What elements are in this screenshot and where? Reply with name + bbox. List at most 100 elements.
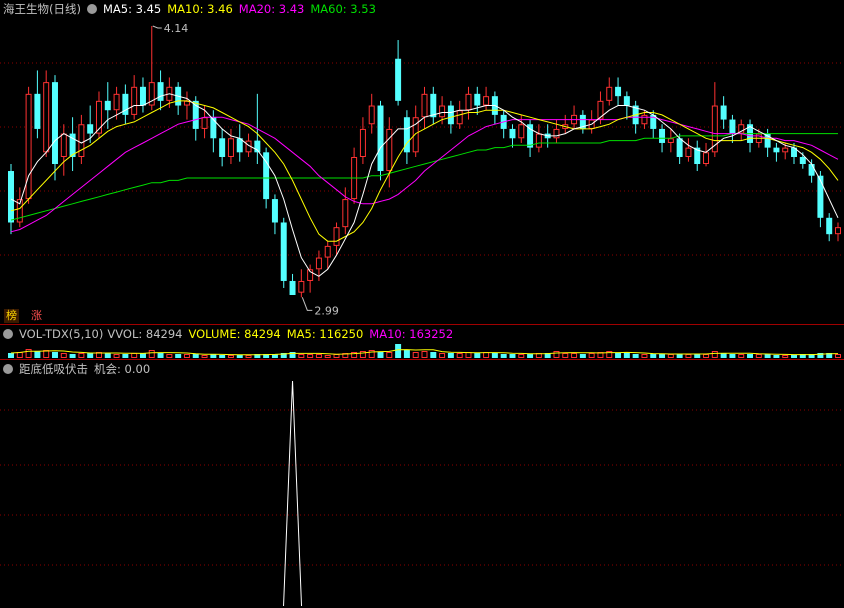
candle-body-down: [219, 138, 226, 157]
signal-spike: [283, 380, 303, 607]
candle-body-up: [227, 138, 234, 157]
candle-body-down: [271, 199, 278, 223]
volume-bar-up: [571, 353, 578, 358]
candle-body-down: [280, 222, 287, 281]
candle-body-up: [386, 128, 393, 172]
volume-bar-up: [201, 355, 208, 358]
volume-bar-down: [500, 354, 507, 358]
candle-body-down: [51, 82, 58, 165]
candle-body-down: [377, 105, 384, 172]
volume-bar-up: [245, 355, 252, 358]
volume-bar-down: [650, 354, 657, 358]
volume-bar-up: [148, 350, 155, 358]
candle-body-up: [685, 147, 692, 157]
candle-body-up: [324, 245, 331, 258]
volume-bar-up: [60, 353, 67, 358]
volume-bar-down: [403, 350, 410, 358]
candle-body-down: [157, 82, 164, 101]
candle-body-down: [34, 93, 41, 129]
volume-bar-up: [131, 353, 138, 358]
volume-bar-up: [711, 351, 718, 358]
volume-bar-up: [324, 355, 331, 358]
volume-bar-down: [623, 353, 630, 358]
volume-bar-down: [192, 354, 199, 358]
volume-bar-down: [720, 353, 727, 358]
volume-bar-up: [113, 354, 120, 358]
volume-bar-down: [694, 354, 701, 358]
volume-bar-down: [474, 353, 481, 358]
volume-bar-down: [615, 353, 622, 358]
volume-bar-down: [676, 354, 683, 358]
volume-bar-up: [641, 354, 648, 358]
candle-body-down: [808, 164, 815, 176]
volume-bar-up: [553, 351, 560, 358]
volume-bar-down: [747, 354, 754, 358]
candle-body-up: [359, 128, 366, 157]
volume-bar-down: [104, 353, 111, 358]
volume-bar-up: [562, 353, 569, 358]
candle-body-down: [210, 117, 217, 139]
volume-bar-down: [632, 354, 639, 358]
volume-bar-down: [491, 353, 498, 358]
volume-bar-down: [791, 355, 798, 358]
volume-bar-up: [183, 354, 190, 358]
candle-body-up: [641, 114, 648, 125]
volume-bar-down: [236, 355, 243, 358]
volume-bar-down: [509, 354, 516, 358]
candle-body-down: [430, 93, 437, 118]
volume-bar-down: [579, 354, 586, 358]
volume-bar-down: [430, 352, 437, 358]
volume-bar-up: [835, 354, 841, 358]
volume-bar-down: [69, 354, 76, 358]
volume-bar-up: [16, 352, 23, 358]
high-label: 4.14: [164, 22, 189, 35]
volume-bar-up: [166, 354, 173, 358]
kline-chart[interactable]: 4.14 2.99: [0, 0, 844, 608]
candle-body-down: [509, 128, 516, 139]
candle-body-up: [298, 280, 305, 293]
volume-bar-down: [122, 354, 129, 358]
candle-body-down: [395, 58, 402, 101]
candle-body-up: [201, 117, 208, 129]
candle-body-down: [87, 124, 94, 134]
candle-body-up: [483, 96, 490, 106]
candle-body-down: [720, 105, 727, 120]
candle-body-down: [615, 86, 622, 97]
volume-bar-down: [157, 353, 164, 358]
volume-bar-up: [307, 354, 314, 358]
candle-body-down: [447, 105, 454, 125]
candle-body-up: [835, 227, 841, 235]
candle-body-down: [799, 156, 806, 165]
candle-body-up: [421, 93, 428, 118]
volume-bar-down: [377, 352, 384, 358]
candle-body-up: [518, 124, 525, 139]
candle-body-down: [289, 280, 296, 295]
candle-body-down: [817, 175, 824, 218]
candle-body-up: [368, 105, 375, 125]
volume-bar-up: [333, 354, 340, 358]
volume-bar-down: [175, 354, 182, 358]
volume-bar-up: [667, 354, 674, 358]
candle-body-up: [78, 124, 85, 157]
candle-body-down: [826, 217, 833, 235]
volume-bar-up: [518, 354, 525, 358]
volume-bar-up: [298, 354, 305, 358]
volume-bar-up: [703, 354, 710, 358]
candle-body-up: [131, 86, 138, 115]
volume-bar-up: [439, 353, 446, 358]
volume-bar-up: [588, 353, 595, 358]
candle-body-up: [333, 227, 340, 246]
volume-bar-up: [738, 354, 745, 358]
volume-bar-up: [315, 354, 322, 358]
candle-body-down: [729, 119, 736, 134]
volume-bar-down: [447, 353, 454, 358]
candle-body-up: [667, 138, 674, 143]
candle-body-up: [456, 110, 463, 125]
candle-body-down: [773, 147, 780, 153]
candle-body-up: [342, 199, 349, 228]
candle-body-up: [43, 82, 50, 153]
candle-body-down: [676, 138, 683, 157]
volume-bar-down: [51, 352, 58, 358]
volume-bar-up: [25, 349, 32, 358]
candle-body-up: [439, 105, 446, 118]
